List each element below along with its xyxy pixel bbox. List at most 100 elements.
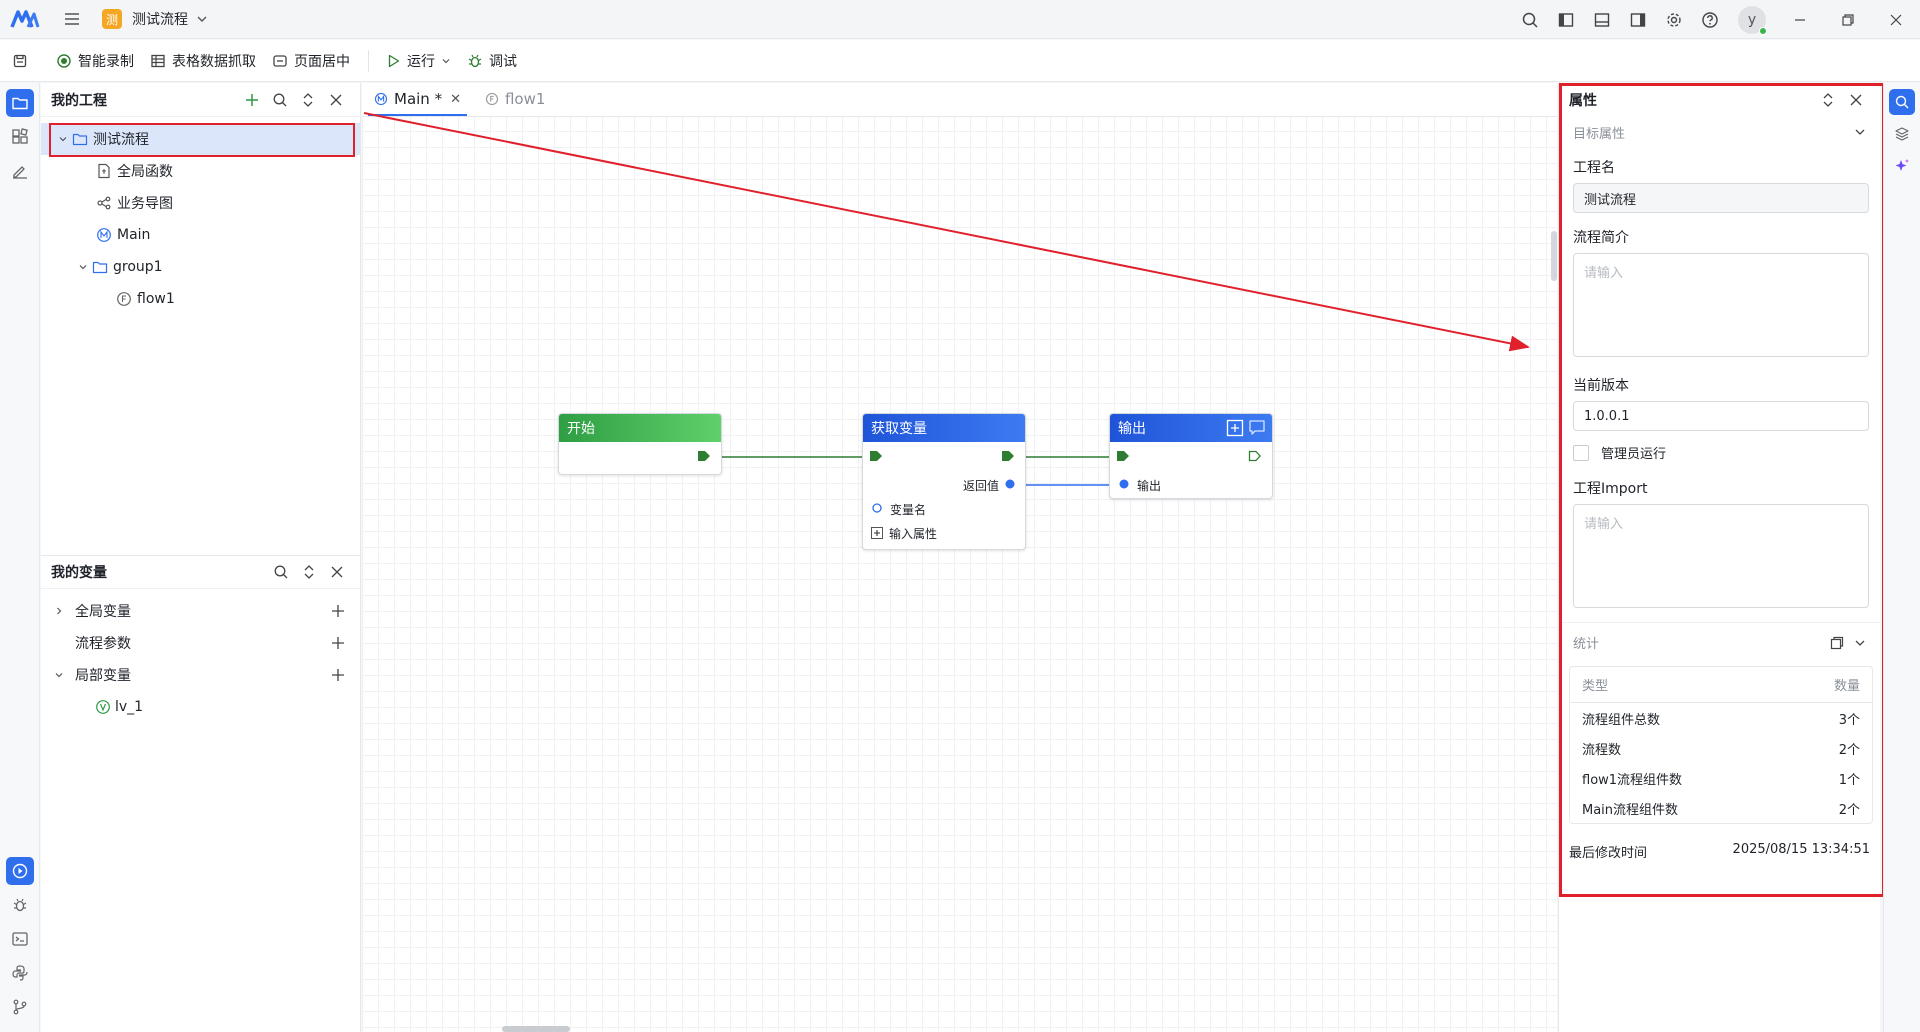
output-port-icon[interactable] (697, 450, 711, 462)
project-panel: 我的工程 测试流程 全局函数 业务导图 Main group1 flow1 我的… (41, 83, 361, 1032)
var-group-global[interactable]: 全局变量 (41, 595, 361, 627)
function-file-icon (95, 162, 113, 180)
smart-record-label: 智能录制 (78, 53, 134, 70)
flow-editor[interactable]: Main * ✕ flow1 开始 获取变量 返回值 变量名 输入属性 输出 输… (362, 83, 1557, 1032)
comment-icon[interactable] (1248, 419, 1266, 437)
expand-collapse-icon[interactable] (294, 86, 322, 114)
tree-item-group1[interactable]: group1 (41, 251, 360, 283)
add-breakpoint-icon[interactable] (1226, 419, 1244, 437)
hamburger-menu-icon[interactable] (62, 9, 82, 29)
expand-plus-icon[interactable] (871, 527, 883, 539)
search-icon[interactable] (266, 86, 294, 114)
help-icon[interactable] (1692, 2, 1728, 38)
settings-gear-icon[interactable] (1656, 2, 1692, 38)
run-panel-icon[interactable] (6, 857, 34, 885)
tree-item-business-map[interactable]: 业务导图 (41, 187, 360, 219)
main-toolbar: 智能录制 表格数据抓取 页面居中 运行 调试 (0, 40, 1920, 82)
var-group-label: 全局变量 (75, 604, 131, 620)
var-group-flow-params[interactable]: 流程参数 (41, 627, 361, 659)
python-icon[interactable] (6, 959, 34, 987)
chevron-down-icon[interactable] (196, 13, 208, 25)
var-name-port-icon[interactable] (872, 503, 882, 513)
node-get-variable[interactable]: 获取变量 返回值 变量名 输入属性 (862, 413, 1026, 550)
avatar-letter: y (1747, 11, 1757, 28)
properties-inspect-icon[interactable] (1889, 89, 1915, 115)
flow-icon (115, 290, 133, 308)
add-global-var-icon[interactable] (323, 596, 353, 626)
horizontal-scrollbar[interactable] (502, 1026, 570, 1032)
main-flow-icon (95, 226, 113, 244)
components-icon[interactable] (6, 123, 34, 151)
var-item-lv1[interactable]: lv_1 (41, 691, 361, 723)
table-scrape-button[interactable]: 表格数据抓取 (150, 40, 256, 82)
add-icon[interactable] (238, 86, 266, 114)
activity-bar (0, 83, 40, 1032)
mindmap-icon (95, 194, 113, 212)
node-output[interactable]: 输出 输出 (1109, 413, 1273, 499)
page-center-label: 页面居中 (294, 53, 350, 70)
table-scrape-label: 表格数据抓取 (172, 53, 256, 70)
save-icon[interactable] (0, 40, 40, 82)
node-get-variable-title: 获取变量 (863, 414, 1025, 442)
layers-icon[interactable] (1889, 121, 1915, 147)
project-panel-title: 我的工程 (51, 92, 107, 109)
terminal-icon[interactable] (6, 925, 34, 953)
close-icon[interactable] (323, 558, 351, 586)
debug-button[interactable]: 调试 (467, 40, 517, 82)
smart-record-button[interactable]: 智能录制 (56, 40, 134, 82)
play-icon (388, 54, 400, 67)
output-label: 输出 (1137, 479, 1162, 493)
user-avatar[interactable]: y (1738, 5, 1767, 35)
output-port-icon[interactable] (1001, 450, 1015, 462)
search-icon[interactable] (267, 558, 295, 586)
return-value-port-icon[interactable] (1005, 479, 1015, 489)
input-port-icon[interactable] (869, 450, 883, 462)
expand-collapse-icon[interactable] (295, 558, 323, 586)
var-group-label: 局部变量 (75, 668, 131, 684)
run-label: 运行 (407, 53, 435, 70)
minimize-window-icon[interactable] (1776, 0, 1824, 39)
git-branch-icon[interactable] (6, 993, 34, 1021)
variable-icon (95, 699, 111, 715)
tree-item-global-functions[interactable]: 全局函数 (41, 155, 360, 187)
input-attributes-label: 输入属性 (889, 527, 938, 541)
tree-item-flow1[interactable]: flow1 (41, 283, 360, 315)
project-name[interactable]: 测试流程 (132, 9, 188, 29)
output-value-port-icon[interactable] (1119, 479, 1129, 489)
ai-sparkle-icon[interactable] (1889, 153, 1915, 179)
restore-window-icon[interactable] (1824, 0, 1872, 39)
toggle-bottom-panel-icon[interactable] (1584, 2, 1620, 38)
right-activity-bar (1883, 83, 1920, 1032)
close-window-icon[interactable] (1872, 0, 1920, 39)
chevron-down-icon[interactable] (441, 56, 451, 66)
vertical-scrollbar[interactable] (1551, 231, 1557, 281)
end-port-icon[interactable] (1248, 450, 1262, 462)
tree-item-label: flow1 (137, 291, 175, 307)
close-icon[interactable] (322, 86, 350, 114)
project-badge: 测 (102, 9, 122, 29)
chevron-right-icon[interactable] (51, 606, 67, 616)
chevron-down-icon[interactable] (75, 259, 91, 275)
variables-panel-header: 我的变量 (41, 555, 361, 589)
tree-item-label: Main (117, 227, 151, 243)
add-flow-param-icon[interactable] (323, 628, 353, 658)
input-port-icon[interactable] (1116, 450, 1130, 462)
tree-item-main[interactable]: Main (41, 219, 360, 251)
var-group-local[interactable]: 局部变量 (41, 659, 361, 691)
toggle-right-panel-icon[interactable] (1620, 2, 1656, 38)
node-start-title: 开始 (559, 414, 721, 442)
run-button[interactable]: 运行 (385, 40, 451, 82)
add-local-var-icon[interactable] (323, 660, 353, 690)
search-icon[interactable] (1512, 2, 1548, 38)
debug-bug-icon[interactable] (6, 891, 34, 919)
record-icon (57, 53, 71, 68)
node-start[interactable]: 开始 (558, 413, 722, 475)
chevron-down-icon[interactable] (51, 670, 67, 680)
page-center-button[interactable]: 页面居中 (272, 40, 350, 82)
return-value-label: 返回值 (962, 479, 999, 493)
toolbar-divider (368, 49, 369, 72)
explorer-folder-icon[interactable] (6, 89, 34, 117)
variables-panel: 我的变量 全局变量 流程参数 局部变量 lv_1 (41, 555, 361, 723)
toggle-left-panel-icon[interactable] (1548, 2, 1584, 38)
element-picker-icon[interactable] (6, 157, 34, 185)
